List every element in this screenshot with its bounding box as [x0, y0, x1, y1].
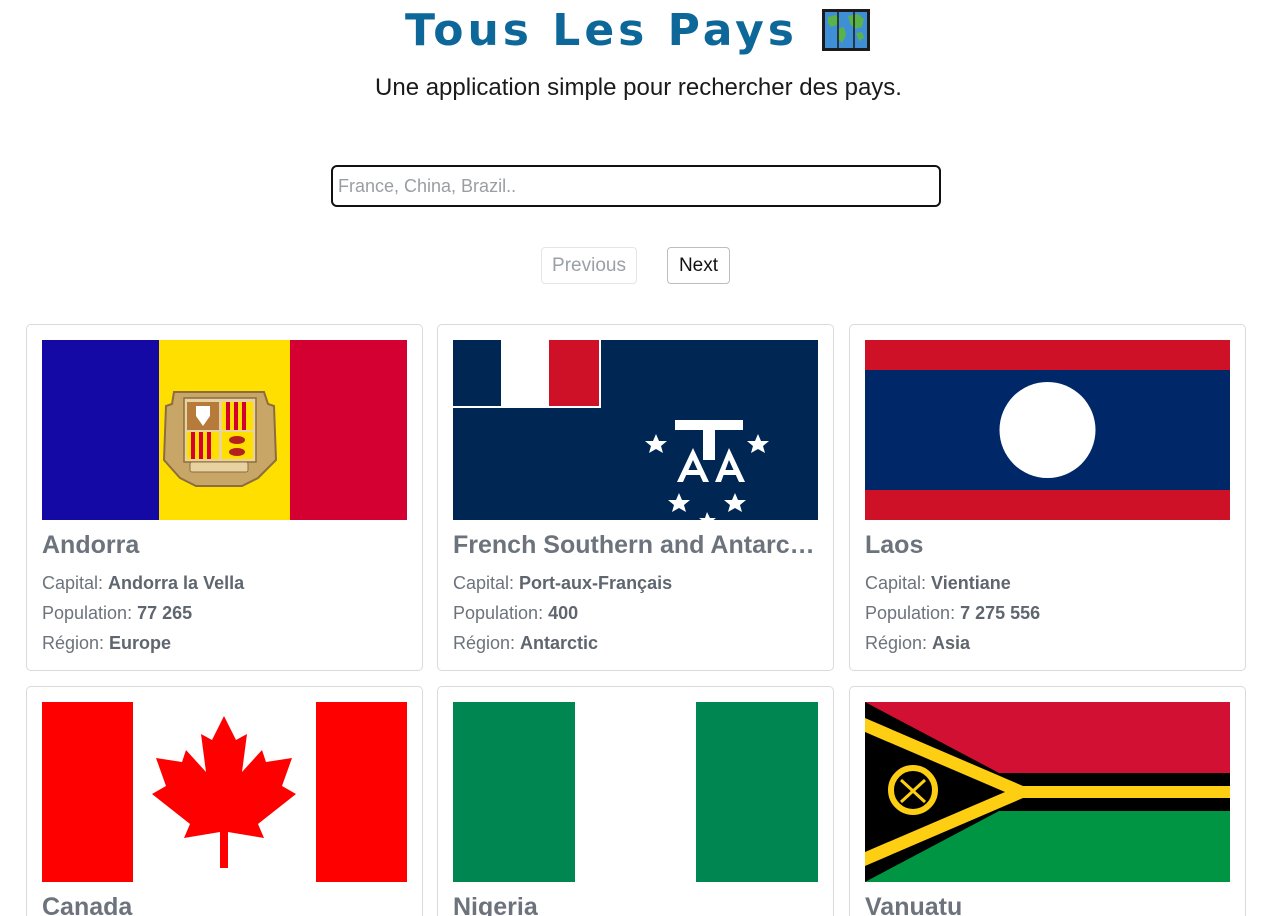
page-subtitle: Une application simple pour rechercher d…	[375, 74, 902, 101]
country-name: Laos	[865, 531, 924, 559]
population-value: 7 275 556	[960, 603, 1041, 623]
french-southern-flag	[453, 340, 818, 520]
page-title: Tous Les Pays	[405, 4, 798, 56]
population-value: 400	[548, 603, 579, 623]
region-value: Asia	[932, 633, 971, 653]
capital-row: Capital: Andorra la Vella	[42, 573, 407, 594]
country-name: Canada	[42, 893, 133, 916]
population-row: Population: 77 265	[42, 603, 407, 624]
capital-value: Port-aux-Français	[519, 573, 673, 593]
previous-button[interactable]: Previous	[541, 247, 637, 284]
population-label: Population:	[865, 603, 961, 623]
capital-label: Capital:	[865, 573, 932, 593]
title-row: Tous Les Pays	[0, 2, 1277, 58]
country-name: French Southern and Antarctic Lands	[453, 531, 818, 559]
population-label: Population:	[453, 603, 549, 623]
country-card[interactable]: Nigeria	[437, 686, 834, 916]
country-name: Andorra	[42, 531, 140, 559]
pagination: Previous Next	[0, 247, 1277, 285]
search-input[interactable]	[331, 165, 941, 207]
capital-value: Vientiane	[931, 573, 1011, 593]
country-card[interactable]: French Southern and Antarctic Lands Capi…	[437, 324, 834, 671]
laos-flag	[865, 340, 1230, 520]
region-row: Région: Europe	[42, 633, 407, 654]
world-map-icon	[821, 9, 870, 51]
nigeria-flag	[453, 702, 818, 882]
region-label: Région:	[865, 633, 933, 653]
region-row: Région: Asia	[865, 633, 1230, 654]
region-label: Région:	[42, 633, 110, 653]
canada-flag	[42, 702, 407, 882]
country-card[interactable]: Andorra Capital: Andorra la Vella Popula…	[26, 324, 423, 671]
country-card[interactable]: Canada	[26, 686, 423, 916]
region-value: Antarctic	[520, 633, 599, 653]
region-value: Europe	[109, 633, 172, 653]
population-value: 77 265	[137, 603, 193, 623]
population-label: Population:	[42, 603, 138, 623]
population-row: Population: 7 275 556	[865, 603, 1230, 624]
capital-label: Capital:	[453, 573, 520, 593]
andorra-flag	[42, 340, 407, 520]
capital-label: Capital:	[42, 573, 109, 593]
capital-row: Capital: Vientiane	[865, 573, 1230, 594]
capital-row: Capital: Port-aux-Français	[453, 573, 818, 594]
country-card[interactable]: Vanuatu	[849, 686, 1246, 916]
capital-value: Andorra la Vella	[108, 573, 245, 593]
vanuatu-flag	[865, 702, 1230, 882]
country-name: Nigeria	[453, 893, 538, 916]
next-button[interactable]: Next	[667, 247, 730, 284]
population-row: Population: 400	[453, 603, 818, 624]
region-row: Région: Antarctic	[453, 633, 818, 654]
country-card[interactable]: Laos Capital: Vientiane Population: 7 27…	[849, 324, 1246, 671]
country-name: Vanuatu	[865, 893, 963, 916]
region-label: Région:	[453, 633, 521, 653]
